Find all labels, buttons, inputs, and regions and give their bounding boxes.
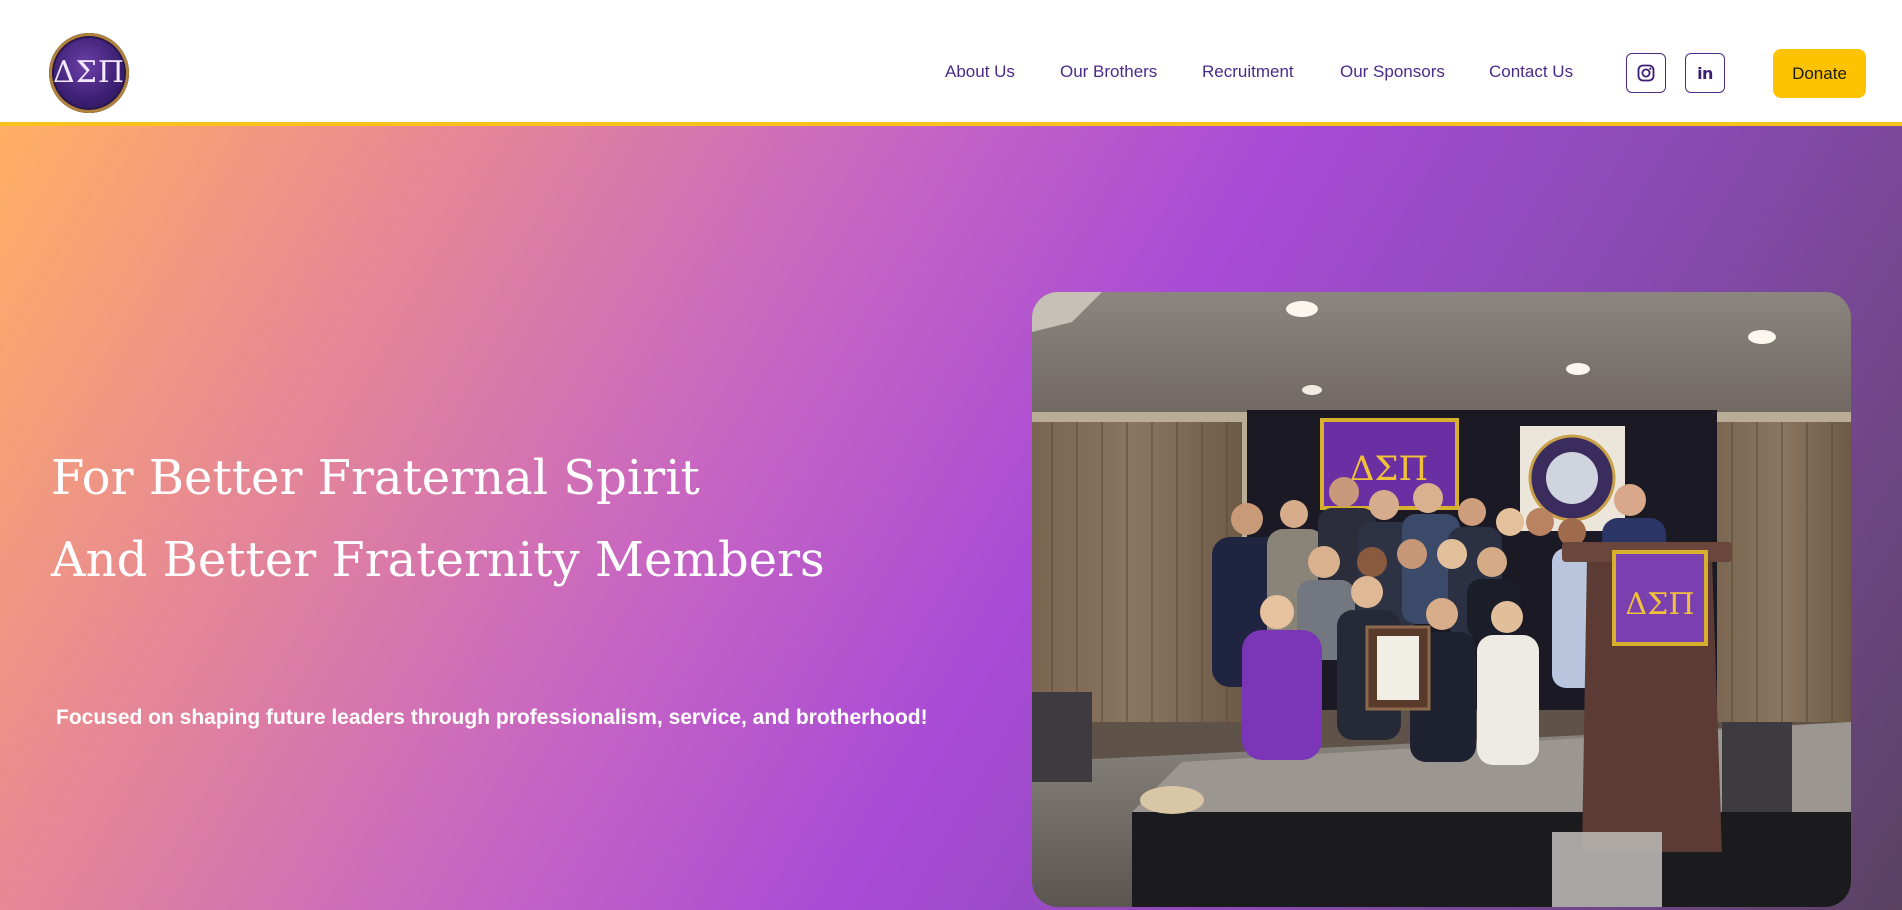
group-photo-image: ΔΣΠ ΔΣΠ	[1032, 292, 1851, 907]
donate-button[interactable]: Donate	[1773, 49, 1866, 98]
podium-letters: ΔΣΠ	[1625, 587, 1694, 622]
hero-section: For Better Fraternal Spirit And Better F…	[0, 126, 1902, 910]
nav-recruitment[interactable]: Recruitment	[1202, 60, 1294, 84]
banner-letters: ΔΣΠ	[1350, 449, 1428, 489]
nav-our-brothers[interactable]: Our Brothers	[1060, 60, 1157, 84]
linkedin-button[interactable]: in	[1685, 53, 1725, 93]
site-header: ΔΣΠ About Us Our Brothers Recruitment Ou…	[0, 0, 1902, 126]
hero-subtitle: Focused on shaping future leaders throug…	[56, 706, 928, 729]
nav-contact-us[interactable]: Contact Us	[1489, 60, 1573, 84]
linkedin-icon: in	[1697, 63, 1713, 83]
group-photo: ΔΣΠ ΔΣΠ	[1032, 292, 1851, 907]
nav-about-us[interactable]: About Us	[945, 60, 1015, 84]
hero-title-line2: And Better Fraternity Members	[51, 532, 825, 588]
hero-title-line1: For Better Fraternal Spirit	[51, 450, 700, 506]
instagram-icon	[1637, 64, 1655, 82]
nav-our-sponsors[interactable]: Our Sponsors	[1340, 60, 1445, 84]
main-nav: About Us Our Brothers Recruitment Our Sp…	[0, 0, 1902, 126]
instagram-button[interactable]	[1626, 53, 1666, 93]
